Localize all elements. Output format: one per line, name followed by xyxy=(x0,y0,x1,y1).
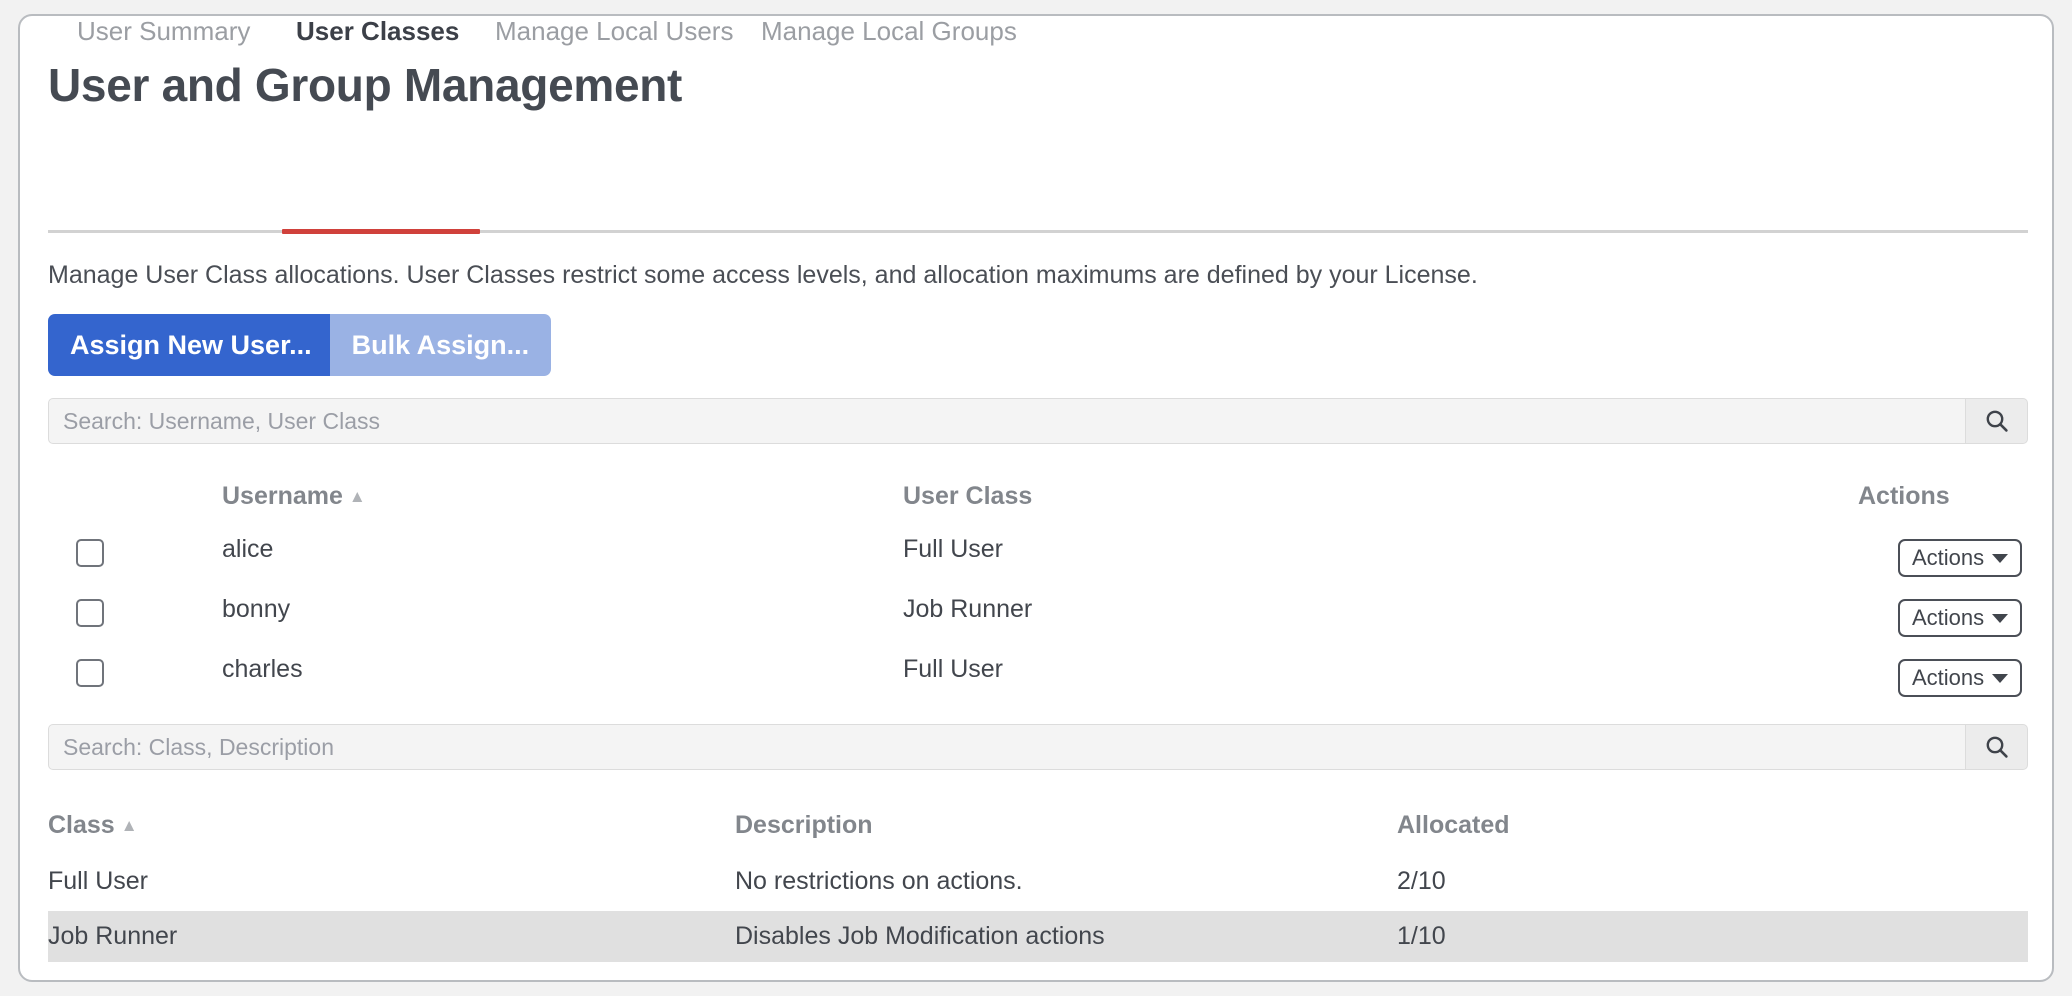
bulk-assign-button[interactable]: Bulk Assign... xyxy=(329,314,552,376)
classes-header-description[interactable]: Description xyxy=(735,811,873,840)
cell-allocated: 2/10 xyxy=(1397,867,1446,895)
app-window: User and Group Management User Summary U… xyxy=(0,0,2072,996)
row-actions-button-bonny[interactable]: Actions xyxy=(1898,599,2023,637)
users-header-actions: Actions xyxy=(1858,482,1950,510)
row-checkbox-charles[interactable] xyxy=(76,659,104,687)
classes-search-input[interactable] xyxy=(48,724,1966,770)
search-icon xyxy=(1984,734,2010,760)
tab-manage-local-users[interactable]: Manage Local Users xyxy=(495,16,733,47)
cell-class: Full User xyxy=(48,867,149,895)
classes-search-button[interactable] xyxy=(1966,724,2028,770)
sort-asc-icon: ▲ xyxy=(120,816,138,835)
page-title: User and Group Management xyxy=(48,59,683,111)
row-checkbox-bonny[interactable] xyxy=(76,599,104,627)
users-search-input[interactable] xyxy=(48,398,1966,444)
cell-username: charles xyxy=(222,655,303,683)
tab-user-summary[interactable]: User Summary xyxy=(77,16,250,47)
cell-description: Disables Job Modification actions xyxy=(735,922,1105,950)
users-header-user-class[interactable]: User Class xyxy=(903,482,1032,511)
row-actions-button-charles[interactable]: Actions xyxy=(1898,659,2023,697)
chevron-down-icon xyxy=(1992,613,2009,623)
tab-manage-local-groups[interactable]: Manage Local Groups xyxy=(761,16,1017,47)
assign-new-user-button[interactable]: Assign New User... xyxy=(48,314,334,376)
section-description: Manage User Class allocations. User Clas… xyxy=(48,261,1478,289)
sort-asc-icon: ▲ xyxy=(348,487,366,506)
main-card: User and Group Management User Summary U… xyxy=(18,14,2054,982)
cell-user-class: Full User xyxy=(903,535,1004,563)
chevron-down-icon xyxy=(1992,553,2009,563)
cell-allocated: 1/10 xyxy=(1397,922,1446,950)
tab-user-classes[interactable]: User Classes xyxy=(296,16,459,47)
cell-username: alice xyxy=(222,535,274,563)
row-actions-button-alice[interactable]: Actions xyxy=(1898,539,2023,577)
chevron-down-icon xyxy=(1992,673,2009,683)
users-header-username[interactable]: Username ▲ xyxy=(222,482,366,511)
users-search-bar xyxy=(48,398,2028,444)
active-tab-indicator xyxy=(282,229,480,234)
cell-description: No restrictions on actions. xyxy=(735,867,1023,895)
classes-search-bar xyxy=(48,724,2028,770)
row-checkbox-alice[interactable] xyxy=(76,539,104,567)
search-icon xyxy=(1984,408,2010,434)
classes-header-class[interactable]: Class ▲ xyxy=(48,811,138,840)
actions-button-label: Actions xyxy=(1912,665,1985,690)
cell-user-class: Full User xyxy=(903,655,1004,683)
cell-class: Job Runner xyxy=(48,922,178,950)
users-search-button[interactable] xyxy=(1966,398,2028,444)
classes-header-allocated[interactable]: Allocated xyxy=(1397,811,1510,840)
actions-button-label: Actions xyxy=(1912,545,1985,570)
cell-user-class: Job Runner xyxy=(903,595,1033,623)
cell-username: bonny xyxy=(222,595,291,623)
toolbar: Assign New User... Bulk Assign... xyxy=(48,314,552,376)
actions-button-label: Actions xyxy=(1912,605,1985,630)
